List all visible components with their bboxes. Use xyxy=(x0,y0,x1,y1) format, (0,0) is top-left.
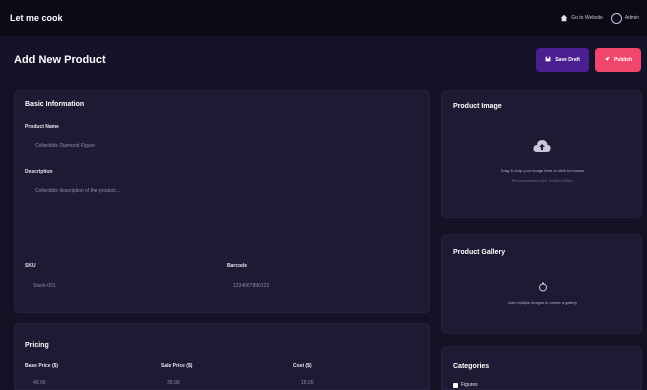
page-title: Add New Product xyxy=(14,54,106,66)
product-image-card: Product Image Drag & drop your image her… xyxy=(441,90,642,218)
dropzone-subtext: Recommended size: 1000x1000px xyxy=(511,178,574,183)
base-price-input[interactable]: 40.00 xyxy=(33,380,46,386)
sale-price-label: Sale Price ($) xyxy=(161,363,193,369)
upload-cloud-icon xyxy=(533,139,551,158)
gallery-text: Add multiple images to create a gallery xyxy=(508,300,577,305)
product-image-title: Product Image xyxy=(453,103,502,110)
description-label: Description xyxy=(25,169,53,175)
base-price-label: Base Price ($) xyxy=(25,363,59,369)
product-gallery-title: Product Gallery xyxy=(453,249,506,256)
sku-label: SKU xyxy=(25,263,36,269)
categories-card: Categories Figures xyxy=(441,346,642,390)
categories-title: Categories xyxy=(453,363,490,370)
save-icon xyxy=(545,56,551,64)
product-name-input[interactable]: Collectible Diamond Figure xyxy=(35,143,415,149)
brand-logo[interactable]: Let me cook xyxy=(10,13,63,23)
barcode-input[interactable]: 1234567890123 xyxy=(233,283,269,289)
publish-label: Publish xyxy=(613,57,632,63)
save-draft-label: Save Draft xyxy=(555,57,580,63)
image-dropzone[interactable]: Drag & drop your image here or click to … xyxy=(450,127,635,211)
basic-information-title: Basic Information xyxy=(25,101,85,108)
user-avatar-icon xyxy=(610,12,622,24)
category-label: Figures xyxy=(461,382,478,388)
send-icon xyxy=(604,56,610,64)
pricing-title: Pricing xyxy=(25,342,49,349)
go-to-website-label: Go to Website xyxy=(571,15,603,21)
admin-menu[interactable]: Admin xyxy=(610,12,639,24)
admin-label: Admin xyxy=(624,15,639,21)
top-bar-actions: Go to Website Admin xyxy=(559,12,639,24)
header-actions: Save Draft Publish xyxy=(536,48,641,72)
gallery-dropzone[interactable]: Add multiple images to create a gallery xyxy=(450,267,635,327)
description-textarea[interactable]: Collectible description of the product..… xyxy=(35,188,415,194)
top-bar: Let me cook Go to Website Admin xyxy=(0,0,647,36)
checkbox-icon xyxy=(453,382,458,388)
publish-button[interactable]: Publish xyxy=(594,48,641,72)
product-name-label: Product Name xyxy=(25,124,59,130)
cost-input[interactable]: 15.00 xyxy=(301,380,314,386)
category-item[interactable]: Figures xyxy=(453,382,478,388)
gallery-add-icon xyxy=(538,279,548,297)
sku-input[interactable]: Stock-001 xyxy=(33,283,56,289)
cost-label: Cost ($) xyxy=(293,363,312,369)
barcode-label: Barcode xyxy=(227,263,248,269)
go-to-website-link[interactable]: Go to Website xyxy=(559,14,603,23)
save-draft-button[interactable]: Save Draft xyxy=(536,48,589,72)
pricing-card: Pricing Base Price ($) 40.00 Sale Price … xyxy=(14,323,430,390)
dropzone-text: Drag & drop your image here or click to … xyxy=(500,168,585,173)
home-icon xyxy=(559,14,568,23)
basic-information-card: Basic Information Product Name Collectib… xyxy=(14,90,430,313)
sale-price-input[interactable]: 35.00 xyxy=(167,380,180,386)
page-header: Add New Product Save Draft Publish xyxy=(0,36,647,84)
product-gallery-card: Product Gallery Add multiple images to c… xyxy=(441,234,642,334)
